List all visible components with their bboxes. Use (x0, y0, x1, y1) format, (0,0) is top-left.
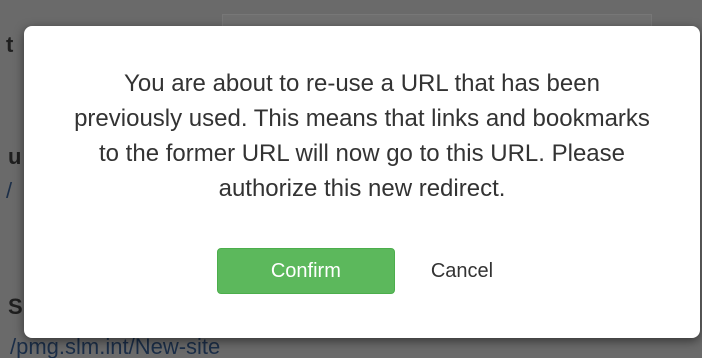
background-link-fragment: / (6, 178, 13, 203)
dialog-message: You are about to re-use a URL that has b… (74, 70, 650, 202)
dialog-actions: Confirm Cancel (24, 248, 700, 294)
confirm-button[interactable]: Confirm (216, 248, 395, 294)
redirect-confirm-dialog: You are about to re-use a URL that has b… (24, 26, 700, 338)
background-label-fragment-2: S (8, 294, 23, 319)
page: t u / S /pmg.slm.int/New-site You are ab… (0, 0, 702, 358)
background-label-fragment: u (8, 144, 22, 169)
cancel-button[interactable]: Cancel (417, 248, 507, 294)
background-text-fragment: t (6, 32, 14, 57)
